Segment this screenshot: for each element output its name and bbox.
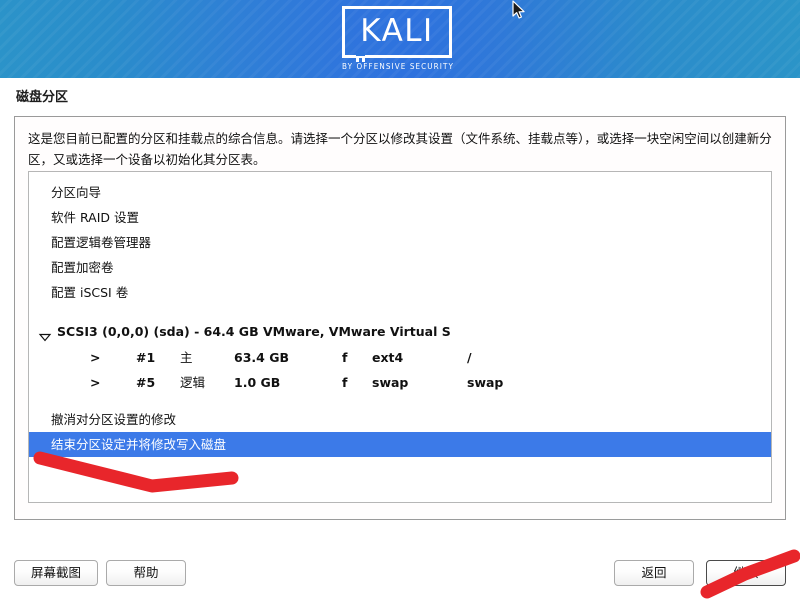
partition-mountpoint: swap	[467, 375, 504, 390]
list-item-configure-lvm[interactable]: 配置逻辑卷管理器	[29, 230, 771, 255]
partition-filesystem: ext4	[372, 350, 404, 365]
list-item-label: 配置逻辑卷管理器	[51, 235, 152, 250]
disk-header-label: SCSI3 (0,0,0) (sda) - 64.4 GB VMware, VM…	[57, 324, 451, 339]
page-description: 这是您目前已配置的分区和挂载点的综合信息。请选择一个分区以修改其设置（文件系统、…	[28, 131, 772, 167]
partition-size: 1.0 GB	[234, 375, 281, 390]
back-button[interactable]: 返回	[614, 560, 694, 586]
list-item-label: 结束分区设定并将修改写入磁盘	[51, 437, 227, 452]
partition-flags: f	[342, 350, 348, 365]
list-item-label: 配置加密卷	[51, 260, 114, 275]
partition-number: #1	[136, 350, 156, 365]
partition-mountpoint: /	[467, 350, 472, 365]
partition-type: 主	[180, 350, 193, 365]
disk-header-row[interactable]: SCSI3 (0,0,0) (sda) - 64.4 GB VMware, VM…	[29, 319, 771, 345]
partition-filesystem: swap	[372, 375, 409, 390]
partition-size: 63.4 GB	[234, 350, 289, 365]
list-item-software-raid[interactable]: 软件 RAID 设置	[29, 205, 771, 230]
installer-screen: KALI BY OFFENSIVE SECURITY 磁盘分区 这是您目前已配置…	[0, 0, 800, 600]
logo-wordmark: KALI	[360, 13, 434, 49]
partition-type: 逻辑	[180, 375, 206, 390]
list-item-label: 分区向导	[51, 185, 102, 200]
continue-button[interactable]: 继续	[706, 560, 786, 586]
partition-flags: f	[342, 375, 348, 390]
list-item-partition-wizard[interactable]: 分区向导	[29, 180, 771, 205]
logo-notch-mask	[356, 52, 365, 56]
list-item-undo-changes[interactable]: 撤消对分区设置的修改	[29, 407, 771, 432]
list-item-label: 配置 iSCSI 卷	[51, 285, 129, 300]
logo-tagline: BY OFFENSIVE SECURITY	[342, 62, 454, 71]
list-item-configure-encrypted-volumes[interactable]: 配置加密卷	[29, 255, 771, 280]
list-item-label: 软件 RAID 设置	[51, 210, 139, 225]
triangle-down-icon[interactable]	[38, 327, 52, 342]
screenshot-button[interactable]: 屏幕截图	[14, 560, 98, 586]
list-item-configure-iscsi[interactable]: 配置 iSCSI 卷	[29, 280, 771, 305]
table-row[interactable]: > #1 主 63.4 GB f ext4 /	[29, 345, 771, 370]
content-frame: 这是您目前已配置的分区和挂载点的综合信息。请选择一个分区以修改其设置（文件系统、…	[14, 116, 786, 520]
partition-marker: >	[90, 350, 101, 365]
table-row[interactable]: > #5 逻辑 1.0 GB f swap swap	[29, 370, 771, 395]
list-item-label: 撤消对分区设置的修改	[51, 412, 177, 427]
partition-listbox[interactable]: 分区向导 软件 RAID 设置 配置逻辑卷管理器 配置加密卷 配置 iSCSI …	[28, 171, 772, 503]
partition-number: #5	[136, 375, 156, 390]
list-item-finish-partitioning[interactable]: 结束分区设定并将修改写入磁盘	[29, 432, 771, 457]
help-button[interactable]: 帮助	[106, 560, 186, 586]
partition-marker: >	[90, 375, 101, 390]
kali-banner: KALI BY OFFENSIVE SECURITY	[0, 0, 800, 78]
page-title: 磁盘分区	[16, 90, 69, 105]
kali-logo: KALI BY OFFENSIVE SECURITY	[342, 6, 458, 74]
